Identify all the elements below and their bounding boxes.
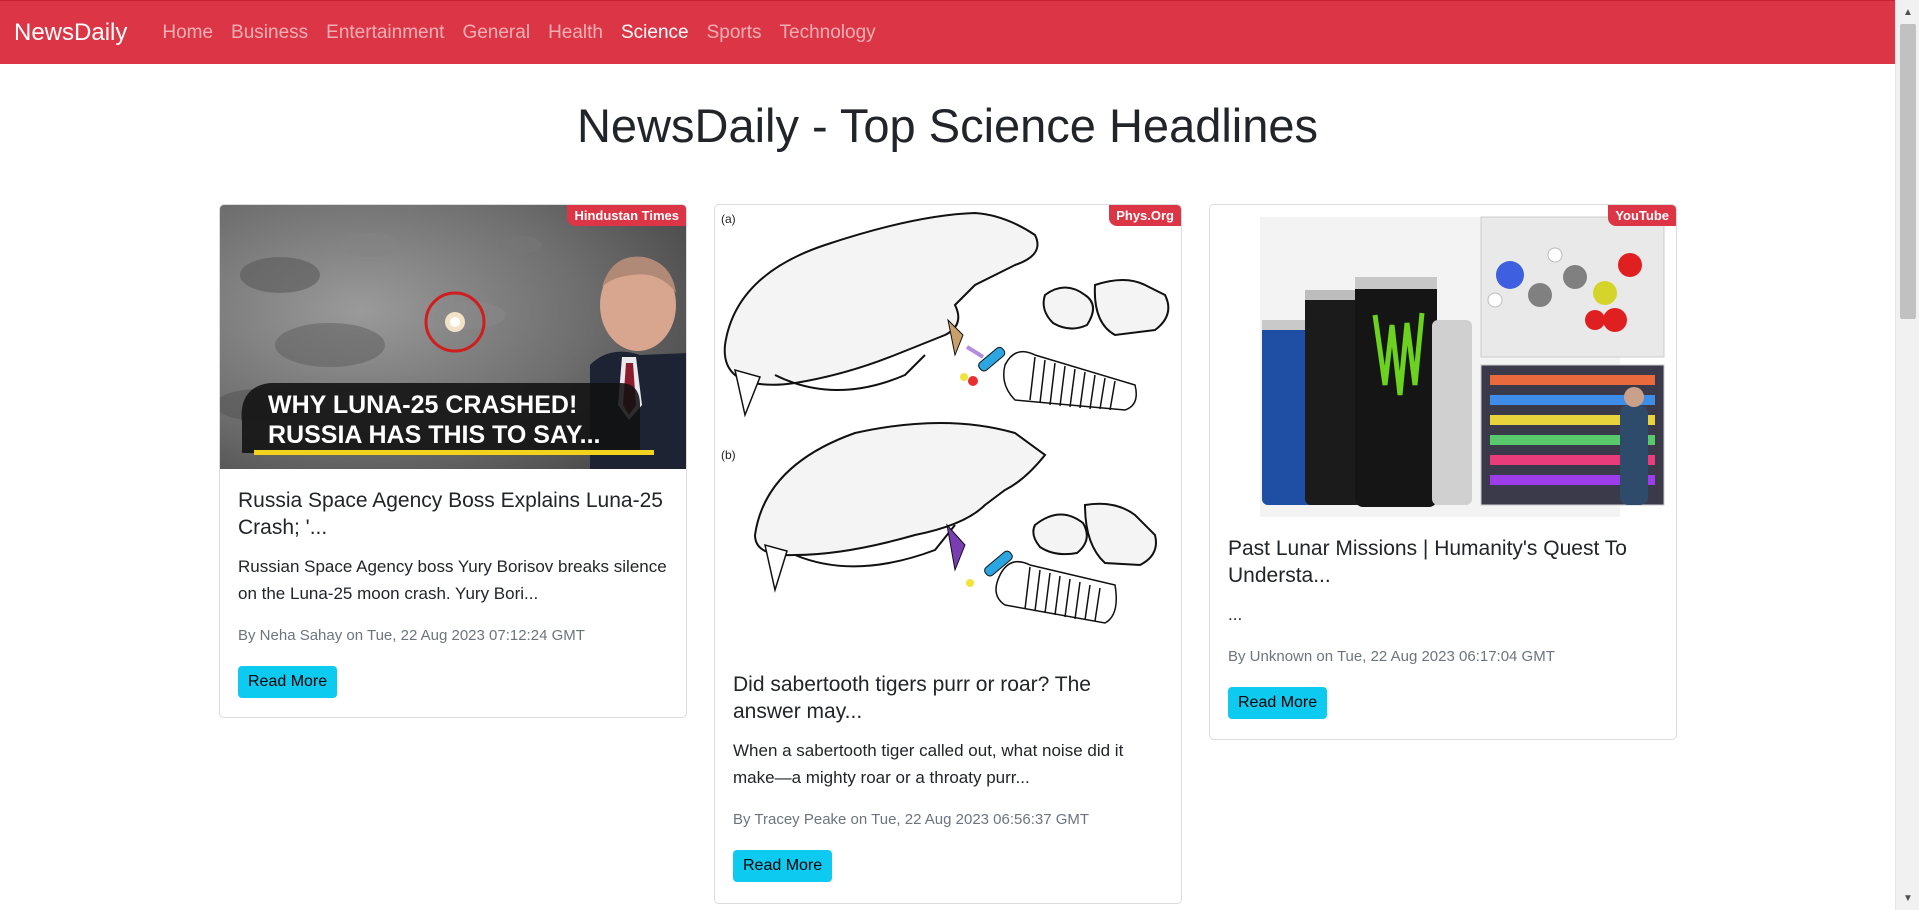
article-meta: By Neha Sahay on Tue, 22 Aug 2023 07:12:… (238, 627, 585, 644)
thumbnail-caption-2: RUSSIA HAS THIS TO SAY... (268, 421, 600, 449)
news-image: YouTube (1210, 205, 1676, 517)
article-description: Russian Space Agency boss Yury Borisov b… (238, 557, 667, 603)
news-card: YouTube Past Lunar Missions | Humanity's… (1209, 204, 1677, 740)
nav-link-science[interactable]: Science (612, 22, 698, 44)
navbar: NewsDaily Home Business Entertainment Ge… (0, 0, 1895, 64)
article-description: When a sabertooth tiger called out, what… (733, 741, 1124, 787)
scroll-down-icon[interactable]: ▼ (1896, 888, 1919, 908)
scroll-up-icon[interactable]: ▲ (1896, 2, 1919, 22)
article-title: Past Lunar Missions | Humanity's Quest T… (1228, 537, 1627, 587)
nav-link-business[interactable]: Business (222, 22, 317, 44)
figure-label-a: (a) (721, 212, 736, 226)
nav-link-entertainment[interactable]: Entertainment (317, 22, 453, 44)
card-body: Russia Space Agency Boss Explains Luna-2… (220, 469, 686, 714)
scroll-thumb[interactable] (1900, 24, 1916, 319)
card-body: Past Lunar Missions | Humanity's Quest T… (1210, 517, 1676, 735)
source-badge: Phys.Org (1109, 205, 1181, 226)
news-card: WHY LUNA-25 CRASHED! RUSSIA HAS THIS TO … (219, 204, 687, 718)
nav-link-health[interactable]: Health (539, 22, 612, 44)
source-badge: YouTube (1608, 205, 1676, 226)
figure-label-b: (b) (721, 448, 736, 462)
news-image: WHY LUNA-25 CRASHED! RUSSIA HAS THIS TO … (220, 205, 686, 469)
article-description: ... (1228, 605, 1243, 624)
news-image: (a) (b) Phys.Org (715, 205, 1181, 653)
nav-link-sports[interactable]: Sports (698, 22, 771, 44)
nav-links: Home Business Entertainment General Heal… (153, 22, 884, 44)
page-scrollbar[interactable]: ▲ ▼ (1895, 0, 1919, 910)
luna-crash-thumbnail: WHY LUNA-25 CRASHED! RUSSIA HAS THIS TO … (220, 205, 686, 469)
nav-link-home[interactable]: Home (153, 22, 222, 44)
source-badge: Hindustan Times (567, 205, 686, 226)
article-title: Russia Space Agency Boss Explains Luna-2… (238, 489, 663, 539)
article-title: Did sabertooth tigers purr or roar? The … (733, 673, 1091, 723)
nav-link-technology[interactable]: Technology (771, 22, 885, 44)
brand-link[interactable]: NewsDaily (14, 19, 127, 47)
article-meta: By Unknown on Tue, 22 Aug 2023 06:17:04 … (1228, 648, 1555, 665)
nav-link-general[interactable]: General (453, 22, 539, 44)
page-title: NewsDaily - Top Science Headlines (576, 99, 1319, 152)
read-more-button[interactable]: Read More (238, 666, 338, 698)
article-meta: By Tracey Peake on Tue, 22 Aug 2023 06:5… (733, 811, 1090, 828)
news-card: (a) (b) Phys.Org Did sabertooth tigers p… (714, 204, 1182, 904)
read-more-button[interactable]: Read More (1228, 687, 1328, 719)
thumbnail-caption-1: WHY LUNA-25 CRASHED! (268, 391, 577, 419)
read-more-button[interactable]: Read More (733, 850, 833, 882)
card-body: Did sabertooth tigers purr or roar? The … (715, 653, 1181, 898)
sabertooth-skull-diagram: (a) (b) (721, 211, 1170, 624)
energy-drinks-image (1210, 205, 1676, 517)
